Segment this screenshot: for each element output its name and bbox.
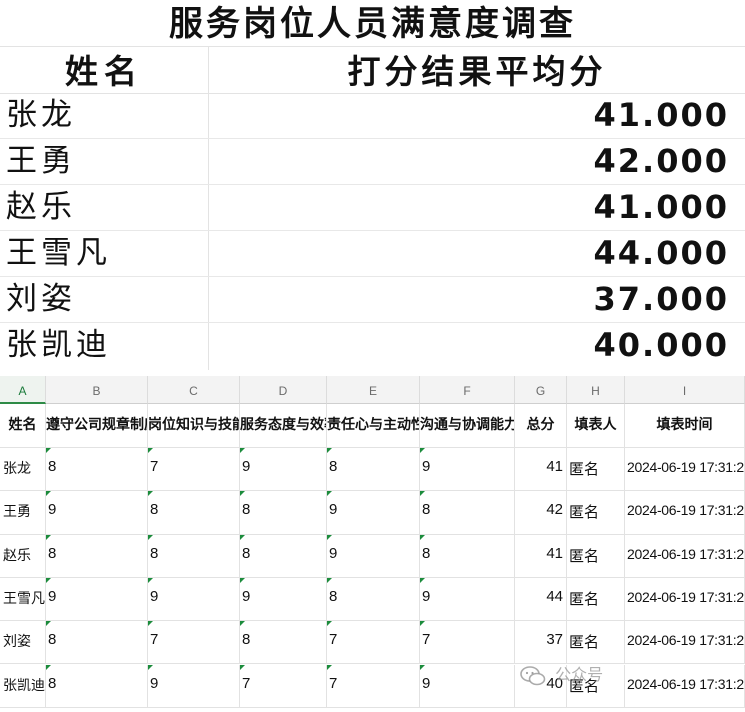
table-cell-b[interactable]: 8 — [46, 534, 148, 578]
table-cell-e[interactable]: 8 — [327, 448, 420, 492]
table-cell-e[interactable]: 7 — [327, 664, 420, 708]
summary-score: 40.000 — [593, 326, 729, 364]
table-cell-filler[interactable]: 匿名 — [567, 491, 625, 535]
column-header-a[interactable]: A — [0, 376, 46, 404]
table-cell-total[interactable]: 41 — [515, 534, 567, 578]
header-cell[interactable]: 沟通与协调能力 — [420, 404, 515, 448]
summary-score: 41.000 — [593, 96, 729, 134]
summary-header-row: 姓名 打分结果平均分 — [0, 46, 745, 94]
header-cell[interactable]: 责任心与主动性 — [327, 404, 420, 448]
table-cell-f[interactable]: 8 — [420, 491, 515, 535]
table-cell-name[interactable]: 赵乐 — [0, 534, 46, 578]
column-header-d[interactable]: D — [240, 376, 327, 404]
wechat-icon — [520, 665, 546, 685]
table-cell-b[interactable]: 9 — [46, 577, 148, 622]
header-cell[interactable]: 遵守公司规章制度 — [46, 404, 148, 448]
table-cell-c[interactable]: 9 — [148, 664, 240, 708]
summary-name: 王雪凡 — [6, 235, 111, 270]
column-header-f[interactable]: F — [420, 376, 515, 404]
table-cell-time[interactable]: 2024-06-19 17:31:20 — [625, 534, 745, 578]
spreadsheet[interactable]: ABCDEFGHI 姓名遵守公司规章制度岗位知识与技能服务态度与效率责任心与主动… — [0, 376, 745, 712]
header-cell[interactable]: 填表时间 — [625, 404, 745, 448]
summary-row: 王雪凡 44.000 — [0, 230, 745, 277]
summary-name: 赵乐 — [6, 189, 76, 224]
header-cell[interactable]: 姓名 — [0, 404, 46, 448]
table-cell-e[interactable]: 9 — [327, 491, 420, 535]
summary-row: 赵乐 41.000 — [0, 184, 745, 231]
table-cell-b[interactable]: 8 — [46, 448, 148, 492]
table-cell-c[interactable]: 7 — [148, 621, 240, 665]
column-header-e[interactable]: E — [327, 376, 420, 404]
table-cell-f[interactable]: 9 — [420, 577, 515, 622]
table-cell-name[interactable]: 刘姿 — [0, 621, 46, 665]
summary-table: 服务岗位人员满意度调查 姓名 打分结果平均分 张龙 41.000 王勇 42.0… — [0, 0, 745, 370]
table-cell-d[interactable]: 7 — [240, 664, 327, 708]
column-header-g[interactable]: G — [515, 376, 567, 404]
table-cell-time[interactable]: 2024-06-19 17:31:20 — [625, 621, 745, 665]
summary-name: 王勇 — [6, 143, 76, 178]
summary-name: 张龙 — [6, 97, 76, 132]
watermark: 公众号 — [520, 655, 603, 695]
table-cell-c[interactable]: 9 — [148, 577, 240, 622]
table-cell-name[interactable]: 张凯迪 — [0, 664, 46, 708]
table-cell-filler[interactable]: 匿名 — [567, 577, 625, 622]
summary-title: 服务岗位人员满意度调查 — [169, 6, 576, 43]
table-cell-f[interactable]: 7 — [420, 621, 515, 665]
table-cell-e[interactable]: 9 — [327, 534, 420, 578]
table-cell-d[interactable]: 8 — [240, 621, 327, 665]
table-cell-total[interactable]: 42 — [515, 491, 567, 535]
summary-name-header: 姓名 — [65, 55, 143, 91]
table-cell-total[interactable]: 44 — [515, 577, 567, 622]
summary-row: 张凯迪 40.000 — [0, 322, 745, 368]
table-cell-f[interactable]: 9 — [420, 448, 515, 492]
table-cell-b[interactable]: 8 — [46, 621, 148, 665]
summary-score: 41.000 — [593, 188, 729, 226]
column-header-b[interactable]: B — [46, 376, 148, 404]
table-cell-e[interactable]: 7 — [327, 621, 420, 665]
summary-row: 刘姿 37.000 — [0, 276, 745, 323]
table-cell-b[interactable]: 9 — [46, 491, 148, 535]
table-cell-d[interactable]: 8 — [240, 491, 327, 535]
summary-name: 张凯迪 — [6, 327, 111, 362]
table-cell-filler[interactable]: 匿名 — [567, 534, 625, 578]
column-header-h[interactable]: H — [567, 376, 625, 404]
table-cell-name[interactable]: 王雪凡 — [0, 577, 46, 622]
table-cell-d[interactable]: 8 — [240, 534, 327, 578]
table-cell-c[interactable]: 8 — [148, 534, 240, 578]
header-cell[interactable]: 服务态度与效率 — [240, 404, 327, 448]
table-cell-c[interactable]: 8 — [148, 491, 240, 535]
table-cell-e[interactable]: 8 — [327, 577, 420, 622]
summary-score: 42.000 — [593, 142, 729, 180]
table-cell-c[interactable]: 7 — [148, 448, 240, 492]
summary-score: 37.000 — [593, 280, 729, 318]
table-cell-total[interactable]: 41 — [515, 448, 567, 492]
table-cell-time[interactable]: 2024-06-19 17:31:20 — [625, 577, 745, 622]
column-header-i[interactable]: I — [625, 376, 745, 404]
table-cell-time[interactable]: 2024-06-19 17:31:20 — [625, 491, 745, 535]
table-cell-name[interactable]: 张龙 — [0, 448, 46, 492]
header-cell[interactable]: 岗位知识与技能 — [148, 404, 240, 448]
table-cell-b[interactable]: 8 — [46, 664, 148, 708]
summary-row: 张龙 41.000 — [0, 92, 745, 139]
table-cell-time[interactable]: 2024-06-19 17:31:20 — [625, 664, 745, 708]
summary-score-header: 打分结果平均分 — [347, 55, 607, 91]
table-cell-time[interactable]: 2024-06-19 17:31:20 — [625, 448, 745, 492]
table-cell-name[interactable]: 王勇 — [0, 491, 46, 535]
table-cell-f[interactable]: 9 — [420, 664, 515, 708]
summary-name: 刘姿 — [6, 281, 76, 316]
summary-score: 44.000 — [593, 234, 729, 272]
watermark-text: 公众号 — [555, 665, 604, 684]
column-header-c[interactable]: C — [148, 376, 240, 404]
header-cell[interactable]: 总分 — [515, 404, 567, 448]
table-cell-filler[interactable]: 匿名 — [567, 448, 625, 492]
header-cell[interactable]: 填表人 — [567, 404, 625, 448]
summary-row: 王勇 42.000 — [0, 138, 745, 185]
table-cell-f[interactable]: 8 — [420, 534, 515, 578]
table-cell-d[interactable]: 9 — [240, 577, 327, 622]
table-cell-d[interactable]: 9 — [240, 448, 327, 492]
